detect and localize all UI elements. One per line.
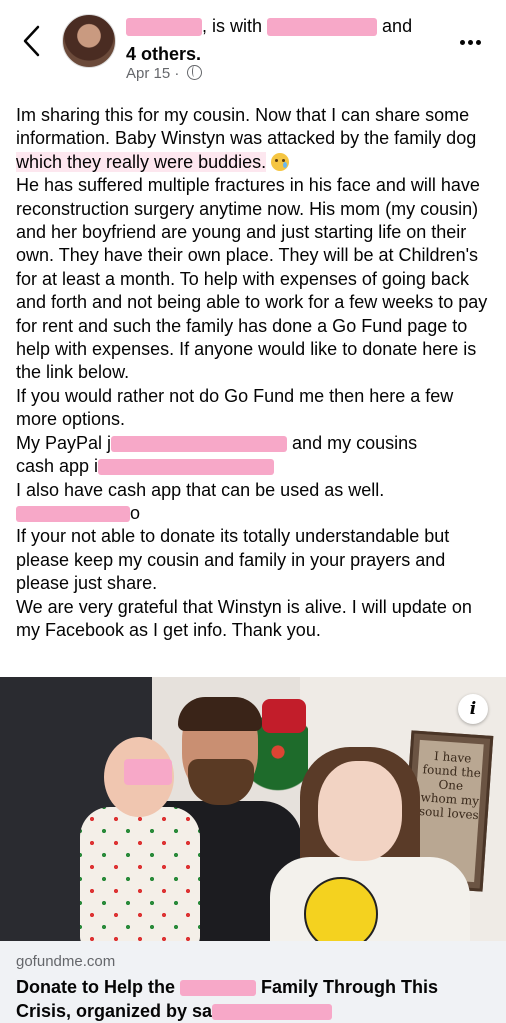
link-title-text: Donate to Help the	[16, 977, 181, 997]
redaction-block	[111, 435, 288, 452]
post-text: o	[130, 502, 141, 523]
post-paragraph: Im sharing this for my cousin. Now that …	[16, 104, 496, 174]
post-paragraph: He has suffered multiple fractures in hi…	[16, 175, 488, 383]
post-photo[interactable]: I have found the One whom my soul loves	[0, 677, 506, 941]
redaction-block	[180, 980, 257, 997]
post-text: Im sharing this for my cousin. Now that …	[16, 105, 477, 149]
post-author-line: , is with and 4 others.	[126, 12, 456, 68]
post-paragraph: My PayPal j and my cousins	[16, 432, 496, 455]
link-title: Donate to Help the Family Through This C…	[16, 975, 490, 1023]
is-with-text: , is with	[202, 16, 263, 36]
redaction-block	[98, 459, 275, 476]
post-meta: Apr 15 ·	[126, 64, 202, 84]
post-paragraph: We are very grateful that Winstyn is ali…	[16, 596, 472, 640]
highlighted-text: which they really were buddies.	[16, 151, 267, 172]
link-domain: gofundme.com	[16, 953, 116, 970]
post-paragraph: o	[16, 502, 496, 525]
photo-baby	[40, 737, 200, 941]
redaction-block	[16, 506, 130, 523]
post-text: My PayPal j	[16, 432, 112, 453]
photo-woman	[270, 747, 480, 941]
more-dots-icon[interactable]	[460, 32, 486, 45]
redaction-block	[212, 1004, 333, 1021]
post-text: and my cousins	[292, 432, 418, 453]
avatar[interactable]	[62, 14, 116, 68]
post-body: Im sharing this for my cousin. Now that …	[16, 104, 496, 642]
post-paragraph: I also have cash app that can be used as…	[16, 479, 385, 500]
redaction-block	[126, 18, 202, 37]
post-text: cash app i	[16, 456, 99, 477]
crying-emoji-icon	[271, 152, 290, 171]
post-paragraph: cash app i	[16, 455, 496, 478]
post-date[interactable]: Apr 15 ·	[126, 65, 179, 82]
link-preview[interactable]: gofundme.com Donate to Help the Family T…	[0, 941, 506, 1023]
globe-icon	[186, 65, 202, 80]
info-icon[interactable]: i	[458, 694, 488, 724]
post-header: , is with and 4 others. Apr 15 ·	[0, 0, 506, 100]
post-paragraph: If you would rather not do Go Fund me th…	[16, 385, 454, 430]
post-paragraph: If your not able to donate its totally u…	[16, 526, 450, 594]
back-chevron-icon[interactable]	[20, 24, 44, 58]
redaction-block	[267, 18, 378, 37]
others-link[interactable]: 4 others.	[126, 44, 201, 64]
smiley-shirt-graphic	[304, 877, 378, 941]
and-text: and	[382, 16, 413, 36]
redaction-block	[124, 759, 172, 785]
